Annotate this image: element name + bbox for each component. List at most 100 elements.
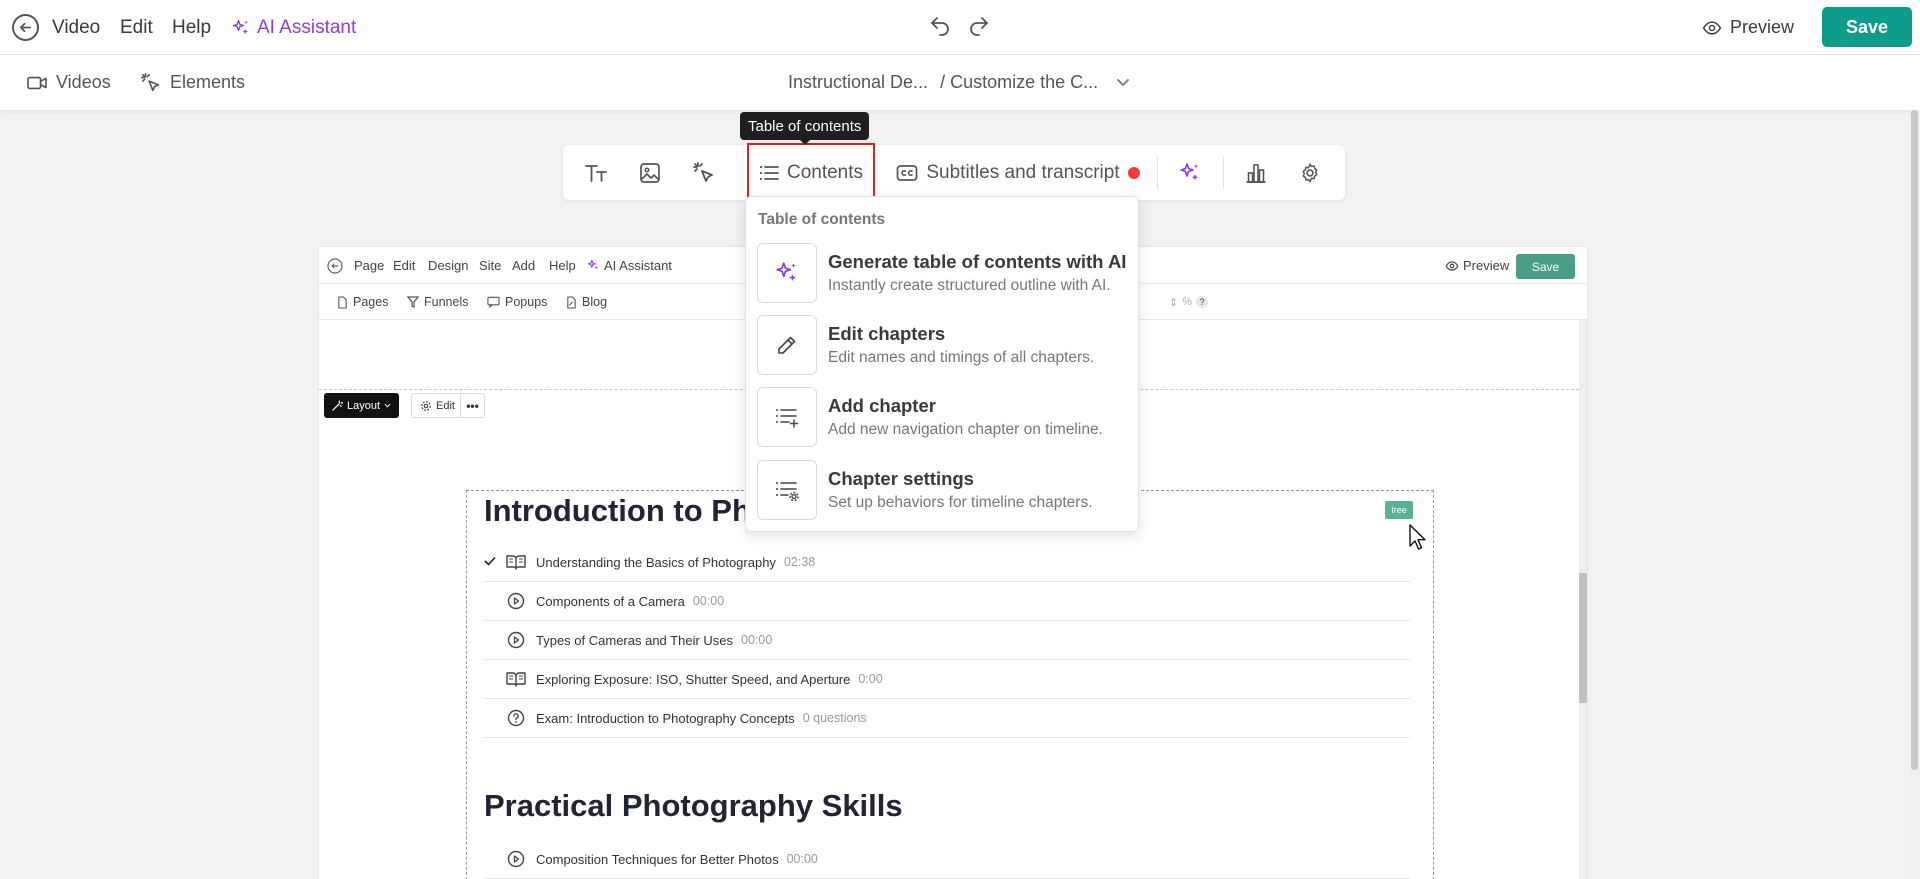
videos-tab[interactable]: Videos (26, 55, 111, 110)
sparkle-icon (231, 18, 251, 38)
zoom-control[interactable]: ⇕ % ? (1169, 284, 1208, 320)
inner-preview-label: Preview (1463, 258, 1510, 273)
gear-icon (1299, 162, 1321, 184)
lesson-title: Components of a Camera (536, 593, 685, 609)
dropdown-header: Table of contents (758, 211, 886, 228)
lesson-title: Exploring Exposure: ISO, Shutter Speed, … (536, 671, 851, 687)
lesson-row[interactable]: Types of Cameras and Their Uses 00:00 (484, 621, 1410, 660)
inner-tab-blog[interactable]: Blog (566, 284, 607, 320)
elements-tab[interactable]: Elements (140, 55, 245, 110)
inner-tab-funnels[interactable]: Funnels (407, 284, 468, 320)
lesson-row[interactable]: Composition Techniques for Better Photos… (484, 840, 1410, 879)
free-badge[interactable]: free (1385, 501, 1413, 519)
list-icon (759, 164, 779, 182)
popup-icon (487, 296, 500, 308)
inner-menu-design[interactable]: Design (428, 247, 468, 284)
play-circle-icon (504, 592, 528, 610)
block-edit-label: Edit (436, 399, 455, 412)
course-outline[interactable]: Introduction to Ph free Understanding th… (466, 490, 1434, 879)
ai-tool[interactable] (1165, 145, 1215, 200)
image-tool[interactable] (625, 145, 675, 200)
play-circle-icon (504, 631, 528, 649)
lesson-duration: 0:00 (858, 672, 883, 686)
inner-tab-popups[interactable]: Popups (487, 284, 547, 320)
ai-assistant-menu[interactable]: AI Assistant (231, 0, 356, 55)
canvas-scrollbar-thumb[interactable] (1579, 573, 1587, 703)
zoom-stepper-icon: ⇕ (1169, 296, 1179, 309)
elements-label: Elements (170, 72, 246, 92)
inner-menu-edit[interactable]: Edit (393, 247, 415, 284)
lesson-row[interactable]: Exploring Exposure: ISO, Shutter Speed, … (484, 660, 1410, 699)
lesson-duration: 00:00 (786, 852, 818, 866)
inner-tab-blog-label: Blog (582, 295, 608, 309)
breadcrumb-course: Instructional De... (788, 72, 929, 92)
block-gear-icon (420, 400, 432, 412)
lesson-title: Exam: Introduction to Photography Concep… (536, 710, 795, 726)
block-edit-button[interactable]: Edit (411, 393, 464, 418)
redo-icon[interactable] (967, 14, 991, 38)
play-circle-icon (504, 850, 528, 868)
inner-menu-add[interactable]: Add (512, 247, 535, 284)
lesson-duration: 00:00 (741, 633, 773, 647)
inner-tab-pages[interactable]: Pages (337, 284, 388, 320)
inner-tab-funnels-label: Funnels (424, 295, 469, 309)
layout-chevron-icon (384, 403, 391, 408)
inner-back-icon[interactable] (327, 247, 343, 284)
book-icon (504, 671, 528, 687)
settings-tool[interactable] (1285, 145, 1335, 200)
list-add-icon (757, 387, 817, 447)
closed-captions-icon (896, 164, 918, 182)
contents-label: Contents (786, 161, 864, 183)
chapter-settings-option[interactable]: Chapter settings Set up behaviors for ti… (757, 460, 1129, 520)
subtitles-button[interactable]: Subtitles and transcript (888, 145, 1128, 200)
undo-icon[interactable] (928, 14, 952, 38)
section-title-practical: Practical Photography Skills (484, 788, 903, 823)
layout-label: Layout (347, 399, 381, 412)
checkmark-icon (484, 556, 496, 566)
mouse-pointer-icon (1408, 523, 1428, 551)
option-title: Chapter settings (828, 468, 974, 489)
canvas-scrollbar[interactable] (1579, 320, 1587, 879)
inner-menu-help[interactable]: Help (549, 247, 576, 284)
inner-preview-button[interactable]: Preview (1445, 247, 1509, 284)
inner-menu-site[interactable]: Site (479, 247, 501, 284)
page-icon (337, 295, 348, 309)
inner-sparkle-icon (587, 259, 600, 272)
menu-video[interactable]: Video (52, 0, 100, 55)
page-scrollbar-thumb[interactable] (1911, 110, 1918, 770)
more-options-button[interactable]: ••• (460, 393, 485, 418)
breadcrumb[interactable]: Instructional De... / Customize the C... (788, 55, 1130, 110)
preview-button[interactable]: Preview (1702, 0, 1794, 55)
inner-tab-pages-label: Pages (353, 295, 389, 309)
top-bar: Video Edit Help AI Assistant Preview Sav… (0, 0, 1920, 55)
edit-chapters-option[interactable]: Edit chapters Edit names and timings of … (757, 315, 1129, 375)
generate-toc-ai-option[interactable]: Generate table of contents with AI Insta… (757, 243, 1129, 303)
inner-menu-page[interactable]: Page (354, 247, 384, 284)
lesson-duration: 00:00 (692, 594, 725, 608)
lesson-row[interactable]: Exam: Introduction to Photography Concep… (484, 699, 1410, 738)
chevron-down-icon (1116, 78, 1130, 88)
question-circle-icon (504, 709, 528, 727)
ai-sparkle-icon (1178, 161, 1202, 185)
page-scrollbar[interactable] (1909, 110, 1920, 879)
magic-wand-icon (332, 400, 343, 411)
interactive-element-tool[interactable] (679, 145, 729, 200)
lesson-row[interactable]: Components of a Camera 00:00 (484, 582, 1410, 621)
inner-save-button[interactable]: Save (1516, 254, 1575, 279)
contents-button[interactable]: Contents (747, 143, 875, 202)
menu-edit[interactable]: Edit (120, 0, 153, 55)
analytics-tool[interactable] (1231, 145, 1281, 200)
add-chapter-option[interactable]: Add chapter Add new navigation chapter o… (757, 387, 1129, 447)
zoom-unit: % (1182, 296, 1192, 308)
layout-button[interactable]: Layout (324, 393, 400, 418)
text-tool[interactable] (571, 145, 621, 200)
video-toolbar: Contents Subtitles and transcript (563, 143, 1345, 202)
lesson-row[interactable]: Understanding the Basics of Photography … (484, 543, 1410, 582)
save-button[interactable]: Save (1822, 7, 1912, 47)
inner-ai-assistant[interactable]: AI Assistant (587, 247, 672, 284)
help-badge[interactable]: ? (1196, 296, 1208, 308)
back-button[interactable] (12, 0, 39, 55)
videos-label: Videos (56, 72, 111, 92)
menu-help[interactable]: Help (172, 0, 211, 55)
book-icon (504, 554, 528, 570)
